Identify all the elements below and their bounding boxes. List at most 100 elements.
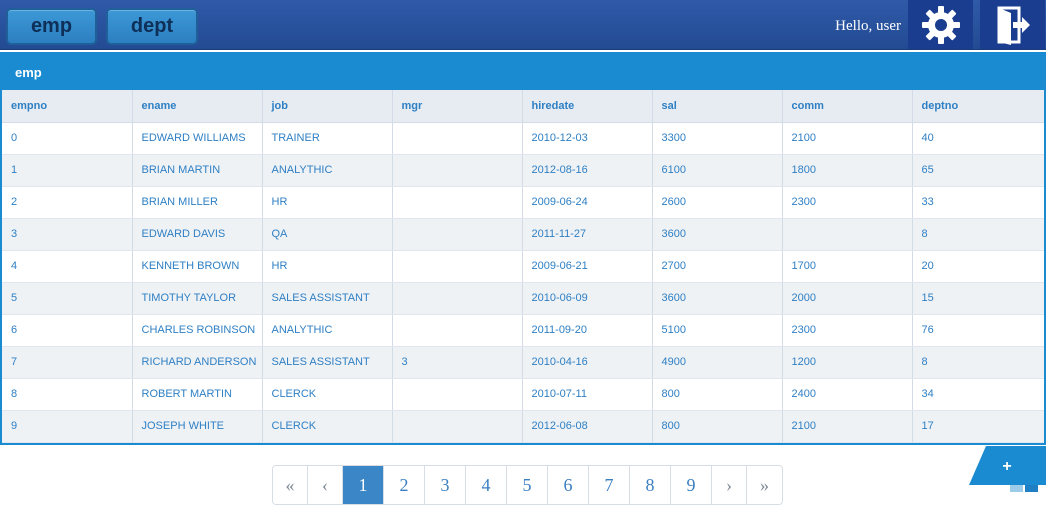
cell-deptno: 17 — [912, 410, 1044, 443]
cell-deptno: 15 — [912, 282, 1044, 315]
cell-ename: CHARLES ROBINSON — [132, 314, 263, 347]
cell-sal: 5100 — [652, 314, 783, 347]
cell-hiredate: 2009-06-24 — [522, 186, 653, 219]
top-bar: emp dept Hello, user — [0, 0, 1046, 50]
emp-table: empno ename job mgr hiredate sal comm deptno 0E… — [2, 90, 1044, 443]
cell-mgr — [392, 250, 523, 283]
page-8-button[interactable]: 8 — [630, 466, 671, 504]
cell-mgr — [392, 218, 523, 251]
cell-comm — [782, 218, 913, 251]
table-row[interactable]: 7 RICHARD ANDERSON SALES ASSISTANT 3 2010-04… — [2, 346, 1044, 379]
cell-comm: 2100 — [782, 410, 913, 443]
cell-ename: RICHARD ANDERSON — [132, 346, 263, 379]
cell-job: CLERCK — [262, 410, 393, 443]
table-row[interactable]: 8 ROBERT MARTIN CLERCK 2010-07-11 800 2400 34 — [2, 378, 1044, 411]
cell-hiredate: 2011-11-27 — [522, 218, 653, 251]
cell-ename: TIMOTHY TAYLOR — [132, 282, 263, 315]
column-header-comm[interactable]: comm — [782, 90, 913, 123]
column-header-empno[interactable]: empno — [2, 90, 133, 123]
cell-job: HR — [262, 250, 393, 283]
table-row[interactable]: 3 EDWARD DAVIS QA 2011-11-27 3600 8 — [2, 218, 1044, 251]
cell-mgr: 3 — [392, 346, 523, 379]
cell-comm: 2400 — [782, 378, 913, 411]
cell-comm: 2300 — [782, 186, 913, 219]
next-page-button[interactable]: › — [712, 466, 747, 504]
cell-hiredate: 2012-08-16 — [522, 154, 653, 187]
cell-ename: BRIAN MARTIN — [132, 154, 263, 187]
cell-mgr — [392, 154, 523, 187]
first-page-button[interactable]: « — [273, 466, 308, 504]
cell-sal: 800 — [652, 378, 783, 411]
pagination: « ‹ 123456789 › » — [272, 465, 783, 505]
cell-sal: 3300 — [652, 122, 783, 155]
cell-job: SALES ASSISTANT — [262, 346, 393, 379]
cell-empno: 7 — [2, 346, 133, 379]
cell-comm: 2100 — [782, 122, 913, 155]
cell-deptno: 34 — [912, 378, 1044, 411]
cell-deptno: 65 — [912, 154, 1044, 187]
cell-hiredate: 2010-06-09 — [522, 282, 653, 315]
cell-ename: BRIAN MILLER — [132, 186, 263, 219]
table-row[interactable]: 0 EDWARD WILLIAMS TRAINER 2010-12-03 3300 210… — [2, 122, 1044, 155]
cell-hiredate: 2010-04-16 — [522, 346, 653, 379]
nav-emp-button[interactable]: emp — [6, 8, 97, 45]
cell-ename: ROBERT MARTIN — [132, 378, 263, 411]
cell-deptno: 33 — [912, 186, 1044, 219]
cell-job: QA — [262, 218, 393, 251]
column-header-ename[interactable]: ename — [132, 90, 263, 123]
cell-job: ANALYTHIC — [262, 314, 393, 347]
page-6-button[interactable]: 6 — [548, 466, 589, 504]
page-1-button[interactable]: 1 — [343, 466, 384, 504]
gear-icon — [921, 5, 960, 44]
cell-comm: 1700 — [782, 250, 913, 283]
add-record-button[interactable]: + — [969, 446, 1046, 485]
cell-deptno: 8 — [912, 346, 1044, 379]
cell-sal: 3600 — [652, 218, 783, 251]
column-header-mgr[interactable]: mgr — [392, 90, 523, 123]
prev-page-button[interactable]: ‹ — [308, 466, 343, 504]
cell-hiredate: 2009-06-21 — [522, 250, 653, 283]
cell-mgr — [392, 314, 523, 347]
table-row[interactable]: 1 BRIAN MARTIN ANALYTHIC 2012-08-16 6100 1800… — [2, 154, 1044, 187]
table-row[interactable]: 5 TIMOTHY TAYLOR SALES ASSISTANT 2010-06-09… — [2, 282, 1044, 315]
table-row[interactable]: 2 BRIAN MILLER HR 2009-06-24 2600 2300 33 — [2, 186, 1044, 219]
cell-empno: 0 — [2, 122, 133, 155]
greeting-text: Hello, user — [835, 18, 901, 34]
cell-sal: 6100 — [652, 154, 783, 187]
page-7-button[interactable]: 7 — [589, 466, 630, 504]
cell-sal: 3600 — [652, 282, 783, 315]
column-header-hiredate[interactable]: hiredate — [522, 90, 653, 123]
cell-sal: 2700 — [652, 250, 783, 283]
cell-mgr — [392, 378, 523, 411]
table-row[interactable]: 4 KENNETH BROWN HR 2009-06-21 2700 1700 20 — [2, 250, 1044, 283]
cell-sal: 4900 — [652, 346, 783, 379]
table-row[interactable]: 9 JOSEPH WHITE CLERCK 2012-06-08 800 2100 17 — [2, 410, 1044, 443]
cell-job: ANALYTHIC — [262, 154, 393, 187]
nav-dept-button[interactable]: dept — [106, 8, 198, 45]
cell-deptno: 8 — [912, 218, 1044, 251]
settings-button[interactable] — [908, 0, 973, 49]
column-header-sal[interactable]: sal — [652, 90, 783, 123]
column-header-job[interactable]: job — [262, 90, 393, 123]
table-header-row: empno ename job mgr hiredate sal comm deptno — [2, 90, 1044, 123]
cell-comm: 2300 — [782, 314, 913, 347]
column-header-deptno[interactable]: deptno — [912, 90, 1044, 123]
page-3-button[interactable]: 3 — [425, 466, 466, 504]
cell-empno: 3 — [2, 218, 133, 251]
page-9-button[interactable]: 9 — [671, 466, 712, 504]
cell-comm: 2000 — [782, 282, 913, 315]
cell-job: TRAINER — [262, 122, 393, 155]
page-2-button[interactable]: 2 — [384, 466, 425, 504]
cell-hiredate: 2012-06-08 — [522, 410, 653, 443]
cell-comm: 1200 — [782, 346, 913, 379]
cell-deptno: 20 — [912, 250, 1044, 283]
cell-deptno: 40 — [912, 122, 1044, 155]
cell-mgr — [392, 186, 523, 219]
page-4-button[interactable]: 4 — [466, 466, 507, 504]
add-label: + — [1002, 458, 1011, 475]
cell-comm: 1800 — [782, 154, 913, 187]
logout-button[interactable] — [980, 0, 1045, 49]
table-row[interactable]: 6 CHARLES ROBINSON ANALYTHIC 2011-09-20 5100… — [2, 314, 1044, 347]
last-page-button[interactable]: » — [747, 466, 782, 504]
page-5-button[interactable]: 5 — [507, 466, 548, 504]
